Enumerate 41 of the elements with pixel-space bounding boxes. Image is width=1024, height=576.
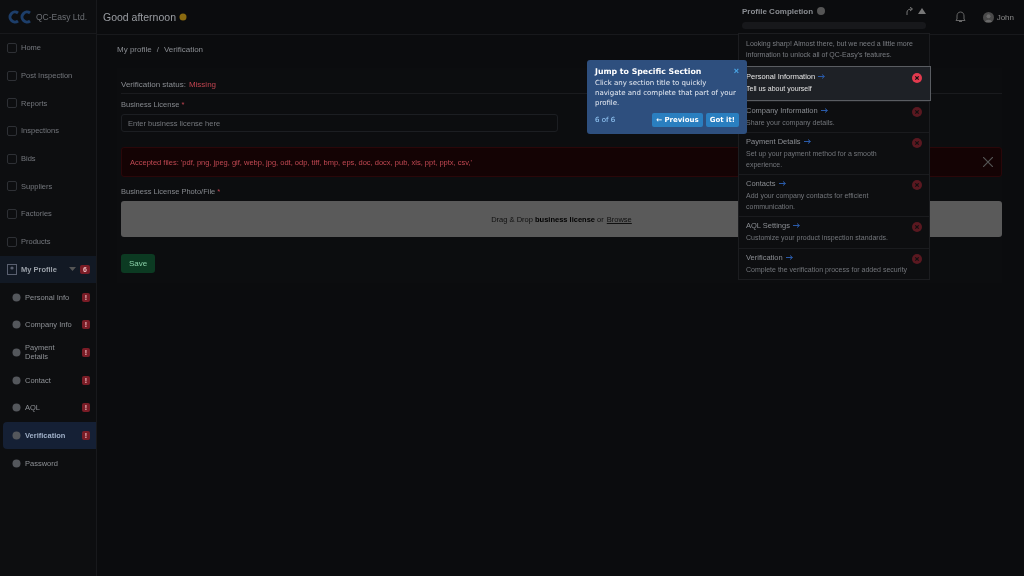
sun-icon [179,13,187,21]
avatar-icon[interactable] [982,11,994,23]
redo-arrow-icon[interactable] [906,7,914,15]
save-button[interactable]: Save [121,254,156,273]
close-button[interactable]: × [733,67,739,76]
square-icon [7,42,17,53]
arrow-right-icon [818,74,826,79]
caret-icon[interactable] [69,267,77,272]
arrow-right-icon [820,107,828,113]
collapse-caret-icon[interactable] [918,8,926,14]
status-value: Missing [188,80,217,89]
greeting: Good afternoon [103,11,176,23]
square-icon [7,70,17,81]
user-name[interactable]: John [996,12,1014,22]
square-icon [7,153,17,164]
square-icon [7,208,17,219]
arrow-right-icon [778,181,786,186]
dot-icon [12,375,21,385]
square-icon [7,181,17,192]
bell-icon[interactable] [954,11,966,23]
breadcrumb-separator: / [156,45,159,54]
breadcrumb-current: Verification [163,45,204,54]
dot-icon [12,403,21,413]
arrow-right-icon [785,254,793,260]
dot-icon [12,430,21,440]
panel-title: Profile Completion [742,6,814,16]
dot-icon [12,347,21,357]
dot-icon [12,292,21,302]
logo-icon [8,9,32,24]
profile-icon [7,263,17,275]
square-icon [7,98,17,109]
company-name: QC-Easy Ltd. [36,11,88,22]
dot-icon [12,320,21,330]
arrow-right-icon [792,223,800,228]
status-label: Verification status: [121,80,186,89]
square-icon [7,236,17,247]
close-icon[interactable] [983,157,993,167]
arrow-right-icon [803,139,811,144]
dot-icon [12,458,21,468]
square-icon [7,125,17,136]
breadcrumb-link[interactable]: My profile [117,45,152,54]
